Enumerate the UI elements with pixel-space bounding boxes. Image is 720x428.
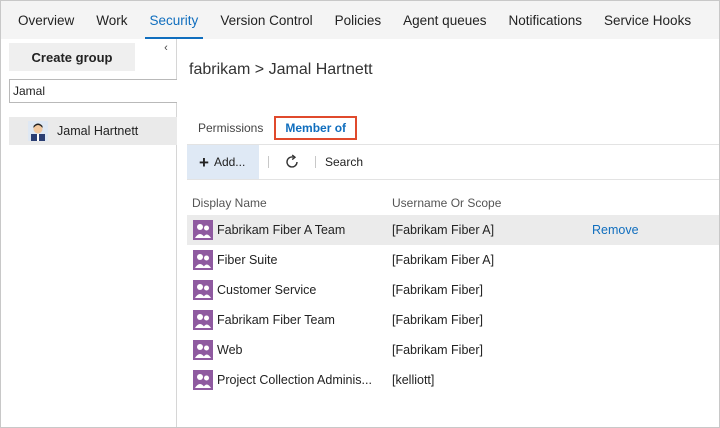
group-icon (187, 280, 217, 300)
left-pane: Create group ‹ Jamal Jamal Hartnett (1, 39, 177, 427)
group-scope: [Fabrikam Fiber] (392, 313, 483, 327)
group-scope: [Fabrikam Fiber] (392, 283, 483, 297)
add-label: Add... (213, 155, 246, 169)
table-row[interactable]: Fabrikam Fiber Team [Fabrikam Fiber] (187, 305, 719, 335)
tab-version-control[interactable]: Version Control (209, 1, 323, 39)
group-display-name: Project Collection Adminis... (217, 373, 372, 387)
group-display-name: Fabrikam Fiber A Team (217, 223, 346, 237)
toolbar: + Add... Search (187, 144, 719, 180)
create-group-button[interactable]: Create group (9, 43, 135, 71)
subtab-bar: Permissions Member of (189, 115, 358, 141)
group-scope: [Fabrikam Fiber A] (392, 253, 495, 267)
tab-work[interactable]: Work (85, 1, 138, 39)
column-header-display-name[interactable]: Display Name (187, 196, 392, 210)
group-icon (187, 310, 217, 330)
add-button[interactable]: + Add... (187, 145, 259, 179)
remove-link[interactable]: Remove (592, 223, 639, 237)
tab-policies[interactable]: Policies (324, 1, 393, 39)
table-row[interactable]: Project Collection Adminis... [kelliott] (187, 365, 719, 395)
table-row[interactable]: Web [Fabrikam Fiber] (187, 335, 719, 365)
table-row[interactable]: Fabrikam Fiber A Team [Fabrikam Fiber A] R… (187, 215, 719, 245)
grid-header: Display Name Username Or Scope (187, 191, 719, 215)
identity-search-input[interactable]: Jamal (9, 79, 177, 103)
members-grid: Display Name Username Or Scope Fabrikam … (187, 191, 719, 395)
group-display-name: Fabrikam Fiber Team (217, 313, 335, 327)
group-icon (187, 340, 217, 360)
group-scope: [Fabrikam Fiber] (392, 343, 483, 357)
chevron-left-icon[interactable]: ‹ (159, 41, 173, 55)
group-icon (187, 220, 217, 240)
user-name: Jamal Hartnett (57, 124, 139, 138)
tab-agent-queues[interactable]: Agent queues (392, 1, 497, 39)
toolbar-divider (315, 156, 316, 168)
tab-notifications[interactable]: Notifications (497, 1, 593, 39)
tab-service-hooks[interactable]: Service Hooks (593, 1, 702, 39)
user-list-item[interactable]: Jamal Hartnett (9, 117, 177, 145)
plus-icon: + (199, 152, 209, 172)
column-header-scope[interactable]: Username Or Scope (392, 196, 592, 210)
tab-overview[interactable]: Overview (7, 1, 85, 39)
group-scope: [Fabrikam Fiber A] (392, 223, 495, 237)
group-display-name: Customer Service (217, 283, 317, 297)
group-scope: [kelliott] (392, 373, 435, 387)
group-display-name: Web (217, 343, 243, 357)
top-nav: Overview Work Security Version Control P… (1, 1, 719, 39)
tab-permissions[interactable]: Permissions (189, 121, 272, 135)
refresh-icon[interactable] (278, 148, 306, 176)
table-row[interactable]: Fiber Suite [Fabrikam Fiber A] (187, 245, 719, 275)
group-icon (187, 370, 217, 390)
group-icon (187, 250, 217, 270)
table-row[interactable]: Customer Service [Fabrikam Fiber] (187, 275, 719, 305)
toolbar-divider (268, 156, 269, 168)
tab-member-of[interactable]: Member of (274, 116, 358, 140)
search-button[interactable]: Search (325, 155, 363, 169)
group-display-name: Fiber Suite (217, 253, 278, 267)
avatar (28, 121, 48, 141)
tab-security[interactable]: Security (139, 1, 210, 39)
breadcrumb: fabrikam > Jamal Hartnett (189, 61, 373, 78)
